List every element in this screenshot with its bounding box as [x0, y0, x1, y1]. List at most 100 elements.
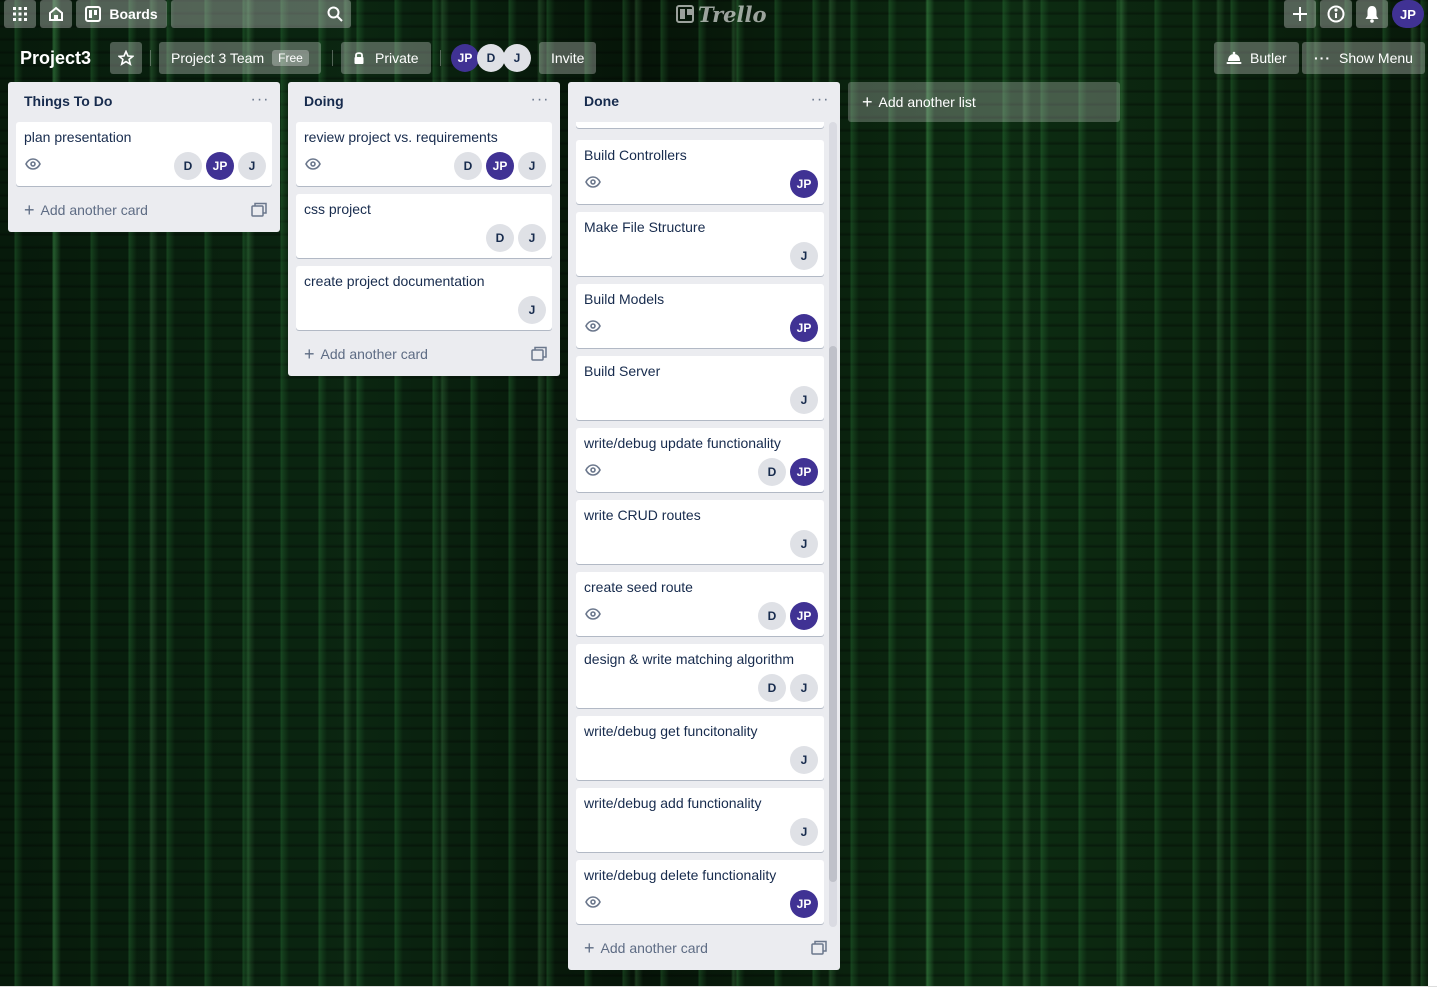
- card-title: Build Models: [584, 291, 665, 307]
- member-avatar[interactable]: J: [238, 152, 266, 180]
- lock-icon: [354, 52, 364, 64]
- card-title: design & write matching algorithm: [584, 651, 795, 667]
- list-scrollbar-thumb[interactable]: [829, 346, 837, 882]
- eye-icon: [585, 608, 601, 620]
- add-card-button[interactable]: + Add another card: [296, 340, 428, 368]
- add-list-button[interactable]: + Add another list: [848, 82, 1120, 122]
- list-title[interactable]: Done: [568, 82, 840, 120]
- member-avatar[interactable]: J: [790, 242, 818, 270]
- trello-logo[interactable]: Trello: [676, 2, 767, 27]
- card[interactable]: css project D J: [296, 194, 552, 258]
- list-menu-button[interactable]: ···: [810, 90, 830, 110]
- board-member-avatar[interactable]: D: [477, 44, 505, 72]
- card[interactable]: Build Models JP: [576, 284, 824, 348]
- member-avatar[interactable]: D: [174, 152, 202, 180]
- butler-icon: [1226, 51, 1242, 64]
- member-avatar[interactable]: D: [454, 152, 482, 180]
- board-member-avatar[interactable]: J: [503, 44, 531, 72]
- member-avatar[interactable]: J: [518, 152, 546, 180]
- member-avatar[interactable]: D: [758, 602, 786, 630]
- card-members: JP: [790, 314, 818, 342]
- member-avatar[interactable]: D: [758, 674, 786, 702]
- list-title[interactable]: Things To Do: [8, 82, 280, 120]
- member-avatar[interactable]: J: [790, 746, 818, 774]
- member-avatar[interactable]: JP: [790, 602, 818, 630]
- home-button[interactable]: [40, 0, 72, 28]
- member-avatar[interactable]: J: [790, 386, 818, 414]
- info-button[interactable]: [1320, 0, 1352, 28]
- card-members: D JP J: [454, 152, 546, 180]
- card[interactable]: plan presentation D JP J: [16, 122, 272, 186]
- star-icon: [118, 50, 134, 66]
- card-template-icon[interactable]: [810, 939, 828, 957]
- divider: [440, 50, 441, 66]
- plus-icon: [1293, 7, 1307, 21]
- list-cards-scroller[interactable]: Build Controllers JP Make File Structure…: [568, 122, 840, 927]
- star-button[interactable]: [110, 42, 142, 74]
- card-members: D JP J: [174, 152, 266, 180]
- user-avatar[interactable]: JP: [1392, 0, 1424, 28]
- member-avatar[interactable]: J: [790, 818, 818, 846]
- card[interactable]: create project documentation J: [296, 266, 552, 330]
- card[interactable]: design & write matching algorithm D J: [576, 644, 824, 708]
- add-card-label: Add another card: [600, 940, 708, 956]
- card[interactable]: write CRUD routes J: [576, 500, 824, 564]
- show-menu-button[interactable]: ··· Show Menu: [1302, 42, 1425, 74]
- add-list-label: Add another list: [878, 94, 976, 110]
- divider: [332, 50, 333, 66]
- card[interactable]: write/debug update functionality D JP: [576, 428, 824, 492]
- butler-button[interactable]: Butler: [1214, 42, 1299, 74]
- member-avatar[interactable]: JP: [790, 890, 818, 918]
- card-template-icon[interactable]: [250, 201, 268, 219]
- card[interactable]: Build Server J: [576, 356, 824, 420]
- list-menu-button[interactable]: ···: [530, 90, 550, 110]
- search-box[interactable]: [171, 0, 351, 28]
- create-button[interactable]: [1284, 0, 1316, 28]
- member-avatar[interactable]: J: [790, 530, 818, 558]
- plus-icon: +: [862, 91, 873, 112]
- card-members: J: [790, 530, 818, 558]
- member-avatar[interactable]: D: [486, 224, 514, 252]
- member-avatar[interactable]: J: [518, 296, 546, 324]
- board-member-avatar[interactable]: JP: [451, 44, 479, 72]
- member-avatar[interactable]: JP: [486, 152, 514, 180]
- member-avatar[interactable]: JP: [790, 458, 818, 486]
- list-doing: Doing ··· review project vs. requirement…: [288, 82, 560, 376]
- apps-switcher-button[interactable]: [4, 0, 36, 28]
- card[interactable]: Build Controllers JP: [576, 140, 824, 204]
- card[interactable]: write/debug get funcitonality J: [576, 716, 824, 780]
- invite-button[interactable]: Invite: [539, 42, 597, 74]
- list-title[interactable]: Doing: [288, 82, 560, 120]
- add-card-button[interactable]: + Add another card: [576, 934, 708, 962]
- list-menu-button[interactable]: ···: [250, 90, 270, 110]
- search-input[interactable]: [171, 0, 321, 28]
- member-avatar[interactable]: JP: [790, 314, 818, 342]
- card[interactable]: [576, 122, 824, 128]
- visibility-button[interactable]: Private: [341, 42, 431, 74]
- card[interactable]: write/debug add functionality J: [576, 788, 824, 852]
- card-members: J: [790, 386, 818, 414]
- search-icon[interactable]: [327, 6, 343, 22]
- board-icon: [85, 6, 102, 22]
- member-avatar[interactable]: J: [790, 674, 818, 702]
- add-card-label: Add another card: [40, 202, 148, 218]
- more-icon: ···: [1314, 50, 1331, 66]
- notifications-button[interactable]: [1356, 0, 1388, 28]
- team-button[interactable]: Project 3 Team Free: [159, 42, 321, 74]
- add-card-button[interactable]: + Add another card: [16, 196, 148, 224]
- member-avatar[interactable]: JP: [790, 170, 818, 198]
- boards-button[interactable]: Boards: [76, 0, 167, 28]
- card[interactable]: create seed route D JP: [576, 572, 824, 636]
- plus-icon: +: [304, 343, 315, 364]
- eye-icon: [585, 320, 601, 332]
- butler-label: Butler: [1250, 50, 1287, 66]
- card-template-icon[interactable]: [530, 345, 548, 363]
- member-avatar[interactable]: J: [518, 224, 546, 252]
- card[interactable]: write/debug delete functionality JP: [576, 860, 824, 924]
- card-members: D J: [758, 674, 818, 702]
- member-avatar[interactable]: JP: [206, 152, 234, 180]
- member-avatar[interactable]: D: [758, 458, 786, 486]
- board-title[interactable]: Project3: [10, 42, 101, 74]
- card[interactable]: Make File Structure J: [576, 212, 824, 276]
- card[interactable]: review project vs. requirements D JP J: [296, 122, 552, 186]
